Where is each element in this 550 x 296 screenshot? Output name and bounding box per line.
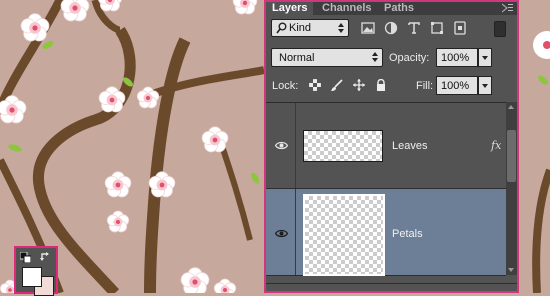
opacity-value: 100% (441, 52, 470, 64)
document-canvas-right[interactable] (519, 0, 550, 293)
filter-kind-value: Kind (289, 22, 312, 34)
panel-bottom-bar (266, 283, 517, 291)
lock-transparent-pixels-icon[interactable] (309, 79, 321, 91)
chevron-updown-icon (338, 23, 344, 33)
layers-scrollbar[interactable] (506, 102, 517, 275)
visibility-column (266, 103, 296, 188)
panel-tab-bar: Layers Channels Paths (266, 2, 517, 15)
blend-mode-select[interactable]: Normal (271, 48, 383, 67)
blossom-flower (232, 0, 258, 15)
fill-value: 100% (441, 80, 470, 92)
tab-channels[interactable]: Channels (316, 2, 378, 15)
lock-all-icon[interactable] (375, 79, 387, 91)
lock-image-pixels-icon[interactable] (331, 79, 343, 91)
layer-name[interactable]: Petals (392, 228, 423, 240)
canvas-artwork-right (519, 0, 550, 293)
foreground-color-swatch[interactable] (22, 267, 42, 287)
layer-row-petals[interactable]: Petals (266, 189, 506, 276)
layer-thumbnail (303, 130, 383, 162)
layer-name[interactable]: Leaves (392, 140, 427, 152)
chevron-updown-icon (372, 52, 378, 62)
layer-list: Leaves fx Petals (266, 102, 517, 276)
smart-object-filter-icon[interactable] (453, 21, 467, 35)
panel-menu-icon[interactable] (502, 3, 513, 13)
fill-label: Fill: (416, 80, 434, 92)
search-icon (276, 22, 287, 34)
image-filter-icon[interactable] (361, 21, 375, 35)
layer-row-leaves[interactable]: Leaves fx (266, 103, 506, 189)
layer-effects-icon[interactable]: fx (491, 139, 501, 152)
lock-position-icon[interactable] (353, 79, 365, 91)
fill-dropdown-button[interactable] (478, 76, 492, 95)
eye-icon[interactable] (275, 229, 288, 238)
adjustment-filter-icon[interactable] (384, 21, 398, 35)
blend-row: Normal Opacity: 100% (266, 47, 517, 69)
visibility-column (266, 189, 296, 275)
lock-label: Lock: (272, 80, 299, 92)
filter-kind-select[interactable]: Kind (271, 19, 349, 37)
blossom-flower (98, 0, 122, 12)
blend-mode-value: Normal (279, 52, 315, 64)
swap-colors-icon[interactable] (40, 251, 52, 263)
layer-thumbnail (303, 194, 385, 276)
layers-panel: Layers Channels Paths Kind Normal Opacit… (264, 0, 519, 293)
scroll-thumb[interactable] (507, 130, 516, 182)
lock-row: Lock: Fill: 100% (266, 75, 517, 97)
tab-layers[interactable]: Layers (266, 2, 314, 15)
opacity-field[interactable]: 100% (436, 48, 478, 67)
eye-icon[interactable] (275, 141, 288, 150)
color-swatches (14, 246, 58, 296)
fill-field[interactable]: 100% (436, 76, 478, 95)
scroll-down-icon[interactable] (508, 268, 514, 272)
layer-filter-row: Kind (266, 18, 517, 42)
chevron-down-icon (482, 84, 488, 88)
filter-toggle-switch[interactable] (494, 21, 506, 37)
chevron-down-icon (482, 56, 488, 60)
type-filter-icon[interactable] (407, 21, 421, 35)
blossom-flower (60, 0, 90, 22)
opacity-dropdown-button[interactable] (478, 48, 492, 67)
scroll-up-icon[interactable] (508, 105, 514, 109)
shape-filter-icon[interactable] (430, 21, 444, 35)
opacity-label: Opacity: (389, 52, 430, 64)
tab-paths[interactable]: Paths (378, 2, 420, 15)
default-colors-icon[interactable] (20, 252, 31, 263)
